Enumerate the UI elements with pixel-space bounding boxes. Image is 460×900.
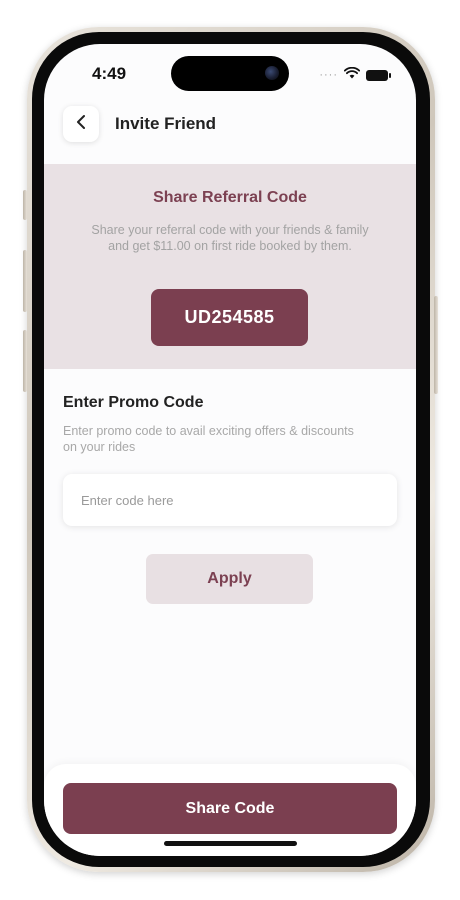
action-button (23, 190, 27, 220)
promo-code-input[interactable] (63, 474, 397, 526)
app-header: Invite Friend (44, 106, 416, 162)
referral-description: Share your referral code with your frien… (91, 223, 369, 253)
front-camera (265, 66, 279, 80)
app-screen: 4:49 ···· Invite Friend Share Referral C… (44, 44, 416, 856)
promo-title: Enter Promo Code (63, 394, 204, 411)
cellular-signal-icon: ···· (319, 69, 338, 81)
status-icons: ···· (319, 66, 391, 84)
referral-section: Share Referral Code Share your referral … (44, 164, 416, 369)
promo-description: Enter promo code to avail exciting offer… (63, 424, 354, 454)
dynamic-island (171, 56, 289, 91)
volume-down-button (23, 330, 27, 392)
share-code-button[interactable]: Share Code (63, 783, 397, 834)
back-button[interactable] (63, 106, 99, 142)
battery-icon (366, 69, 391, 81)
status-time: 4:49 (92, 64, 127, 83)
referral-code-button[interactable]: UD254585 (151, 289, 308, 346)
page-title: Invite Friend (115, 114, 217, 133)
referral-title: Share Referral Code (153, 189, 307, 206)
chevron-left-icon (74, 114, 88, 135)
power-button (434, 296, 438, 394)
volume-up-button (23, 250, 27, 312)
wifi-icon (343, 66, 361, 84)
apply-button[interactable]: Apply (146, 554, 313, 604)
home-indicator[interactable] (164, 841, 297, 846)
